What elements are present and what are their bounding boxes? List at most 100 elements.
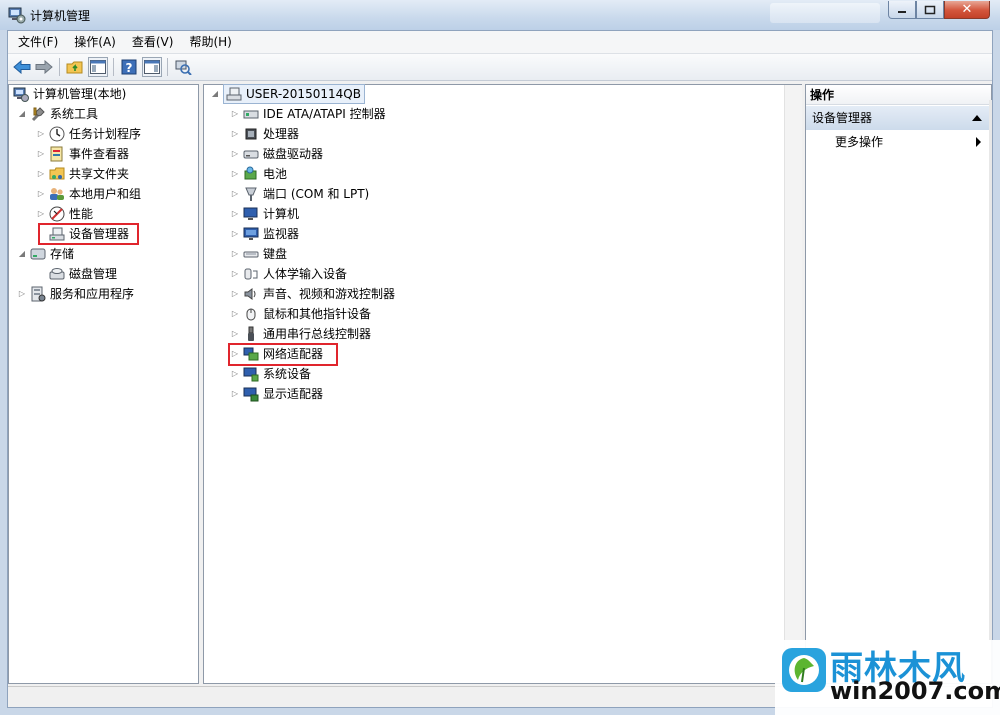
help-icon: ?: [121, 59, 137, 75]
menu-action[interactable]: 操作(A): [68, 32, 122, 52]
scan-hardware-icon: [175, 60, 192, 75]
device-category-label: 计算机: [263, 207, 300, 221]
tree-label: 计算机管理(本地): [33, 87, 127, 101]
maximize-button[interactable]: [916, 1, 944, 19]
back-button[interactable]: [12, 57, 32, 77]
tree-item-shared-folders[interactable]: ▷ 共享文件夹: [36, 164, 129, 184]
disk-management-icon: [49, 268, 65, 280]
device-category-label: IDE ATA/ATAPI 控制器: [263, 107, 386, 121]
tree-item-event-viewer[interactable]: ▷ 事件查看器: [36, 144, 129, 164]
device-category-usb[interactable]: ▷ 通用串行总线控制器: [230, 324, 371, 344]
menu-help[interactable]: 帮助(H): [183, 32, 237, 52]
collapse-icon[interactable]: ◢: [17, 249, 27, 259]
event-viewer-icon: [50, 146, 63, 162]
tree-item-performance[interactable]: ▷ 性能: [36, 204, 93, 224]
actions-pane: [805, 84, 992, 684]
tools-icon: [31, 107, 45, 122]
tree-item-storage[interactable]: ◢ 存储: [17, 244, 74, 264]
expand-icon[interactable]: ▷: [230, 149, 240, 159]
show-hide-tree-button[interactable]: [88, 57, 108, 77]
tree-label: 磁盘管理: [69, 267, 118, 281]
expand-icon[interactable]: ▷: [230, 189, 240, 199]
device-category-computer[interactable]: ▷ 计算机: [230, 204, 299, 224]
device-category-port[interactable]: ▷ 端口 (COM 和 LPT): [230, 184, 369, 204]
close-button[interactable]: ✕: [944, 1, 990, 19]
expand-icon[interactable]: ▷: [230, 389, 240, 399]
expand-icon[interactable]: ▷: [36, 189, 46, 199]
collapse-icon[interactable]: ◢: [17, 109, 27, 119]
tree-label: 性能: [69, 207, 94, 221]
tree-item-services[interactable]: ▷ 服务和应用程序: [17, 284, 134, 304]
expand-icon[interactable]: ▷: [36, 209, 46, 219]
system-device-icon: [243, 367, 259, 382]
forward-arrow-icon: [35, 60, 53, 74]
device-category-display-adapter[interactable]: ▷ 显示适配器: [230, 384, 323, 404]
device-category-label: 磁盘驱动器: [263, 147, 324, 161]
expand-icon[interactable]: ▷: [230, 309, 240, 319]
hid-icon: [244, 268, 258, 280]
device-category-sound[interactable]: ▷ 声音、视频和游戏控制器: [230, 284, 395, 304]
actions-header: 操作: [806, 85, 991, 105]
vertical-scrollbar[interactable]: [784, 85, 802, 683]
device-category-ide-controller[interactable]: ▷ IDE ATA/ATAPI 控制器: [230, 104, 386, 124]
computer-icon: [243, 207, 258, 220]
collapse-icon[interactable]: ◢: [210, 89, 220, 99]
device-category-label: 声音、视频和游戏控制器: [263, 287, 396, 301]
tree-item-system-tools[interactable]: ◢ 系统工具: [17, 104, 98, 124]
users-icon: [50, 188, 64, 200]
device-tree-root[interactable]: ◢ USER-20150114QB: [210, 84, 365, 104]
menu-bar: 文件(F) 操作(A) 查看(V) 帮助(H): [8, 31, 992, 54]
expand-icon[interactable]: ▷: [230, 249, 240, 259]
device-category-battery[interactable]: ▷ 电池: [230, 164, 287, 184]
device-category-mouse[interactable]: ▷ 鼠标和其他指针设备: [230, 304, 371, 324]
expand-icon[interactable]: ▷: [230, 229, 240, 239]
expand-icon[interactable]: ▷: [230, 169, 240, 179]
expand-icon[interactable]: ▷: [36, 169, 46, 179]
expand-icon[interactable]: ▷: [36, 129, 46, 139]
expand-icon[interactable]: ▷: [230, 109, 240, 119]
device-category-label: 人体学输入设备: [263, 267, 348, 281]
storage-icon: [30, 248, 46, 260]
computer-node[interactable]: USER-20150114QB: [223, 84, 365, 104]
tree-label: 事件查看器: [69, 147, 130, 161]
device-category-monitor[interactable]: ▷ 监视器: [230, 224, 299, 244]
forward-button[interactable]: [34, 57, 54, 77]
tree-item-computer-management[interactable]: 计算机管理(本地): [13, 84, 126, 104]
more-actions-item[interactable]: 更多操作: [835, 133, 883, 151]
minimize-button[interactable]: [888, 1, 916, 19]
expand-icon[interactable]: ▷: [36, 149, 46, 159]
tree-label: 服务和应用程序: [50, 287, 135, 301]
scan-hardware-button[interactable]: [173, 57, 193, 77]
device-category-label: 显示适配器: [263, 387, 324, 401]
tree-label: 本地用户和组: [69, 187, 142, 201]
device-category-disk-drive[interactable]: ▷ 磁盘驱动器: [230, 144, 323, 164]
device-category-system-device[interactable]: ▷ 系统设备: [230, 364, 311, 384]
minimize-icon: [898, 10, 906, 13]
menu-file[interactable]: 文件(F): [12, 32, 64, 52]
expand-icon[interactable]: ▷: [230, 209, 240, 219]
expand-icon[interactable]: ▷: [230, 289, 240, 299]
expand-icon[interactable]: ▷: [230, 269, 240, 279]
taskbar-preview: [770, 3, 880, 23]
expand-icon[interactable]: ▷: [230, 369, 240, 379]
actions-scrollbar[interactable]: [989, 100, 992, 640]
tree-item-disk-management[interactable]: 磁盘管理: [49, 264, 117, 284]
menu-view[interactable]: 查看(V): [126, 32, 180, 52]
tree-item-task-scheduler[interactable]: ▷ 任务计划程序: [36, 124, 141, 144]
up-button[interactable]: [65, 57, 85, 77]
watermark-logo-icon: [782, 648, 826, 692]
device-category-label: 鼠标和其他指针设备: [263, 307, 372, 321]
svg-text:?: ?: [126, 61, 133, 75]
actions-section-device-manager[interactable]: 设备管理器: [806, 106, 991, 130]
device-category-hid[interactable]: ▷ 人体学输入设备: [230, 264, 347, 284]
tree-label: 系统工具: [50, 107, 99, 121]
show-hide-action-pane-button[interactable]: [142, 57, 162, 77]
collapse-up-icon[interactable]: [972, 115, 982, 121]
help-button[interactable]: ?: [119, 57, 139, 77]
tree-item-local-users[interactable]: ▷ 本地用户和组: [36, 184, 141, 204]
device-category-processor[interactable]: ▷ 处理器: [230, 124, 299, 144]
expand-icon[interactable]: ▷: [230, 129, 240, 139]
expand-icon[interactable]: ▷: [17, 289, 27, 299]
device-category-keyboard[interactable]: ▷ 键盘: [230, 244, 287, 264]
expand-icon[interactable]: ▷: [230, 329, 240, 339]
